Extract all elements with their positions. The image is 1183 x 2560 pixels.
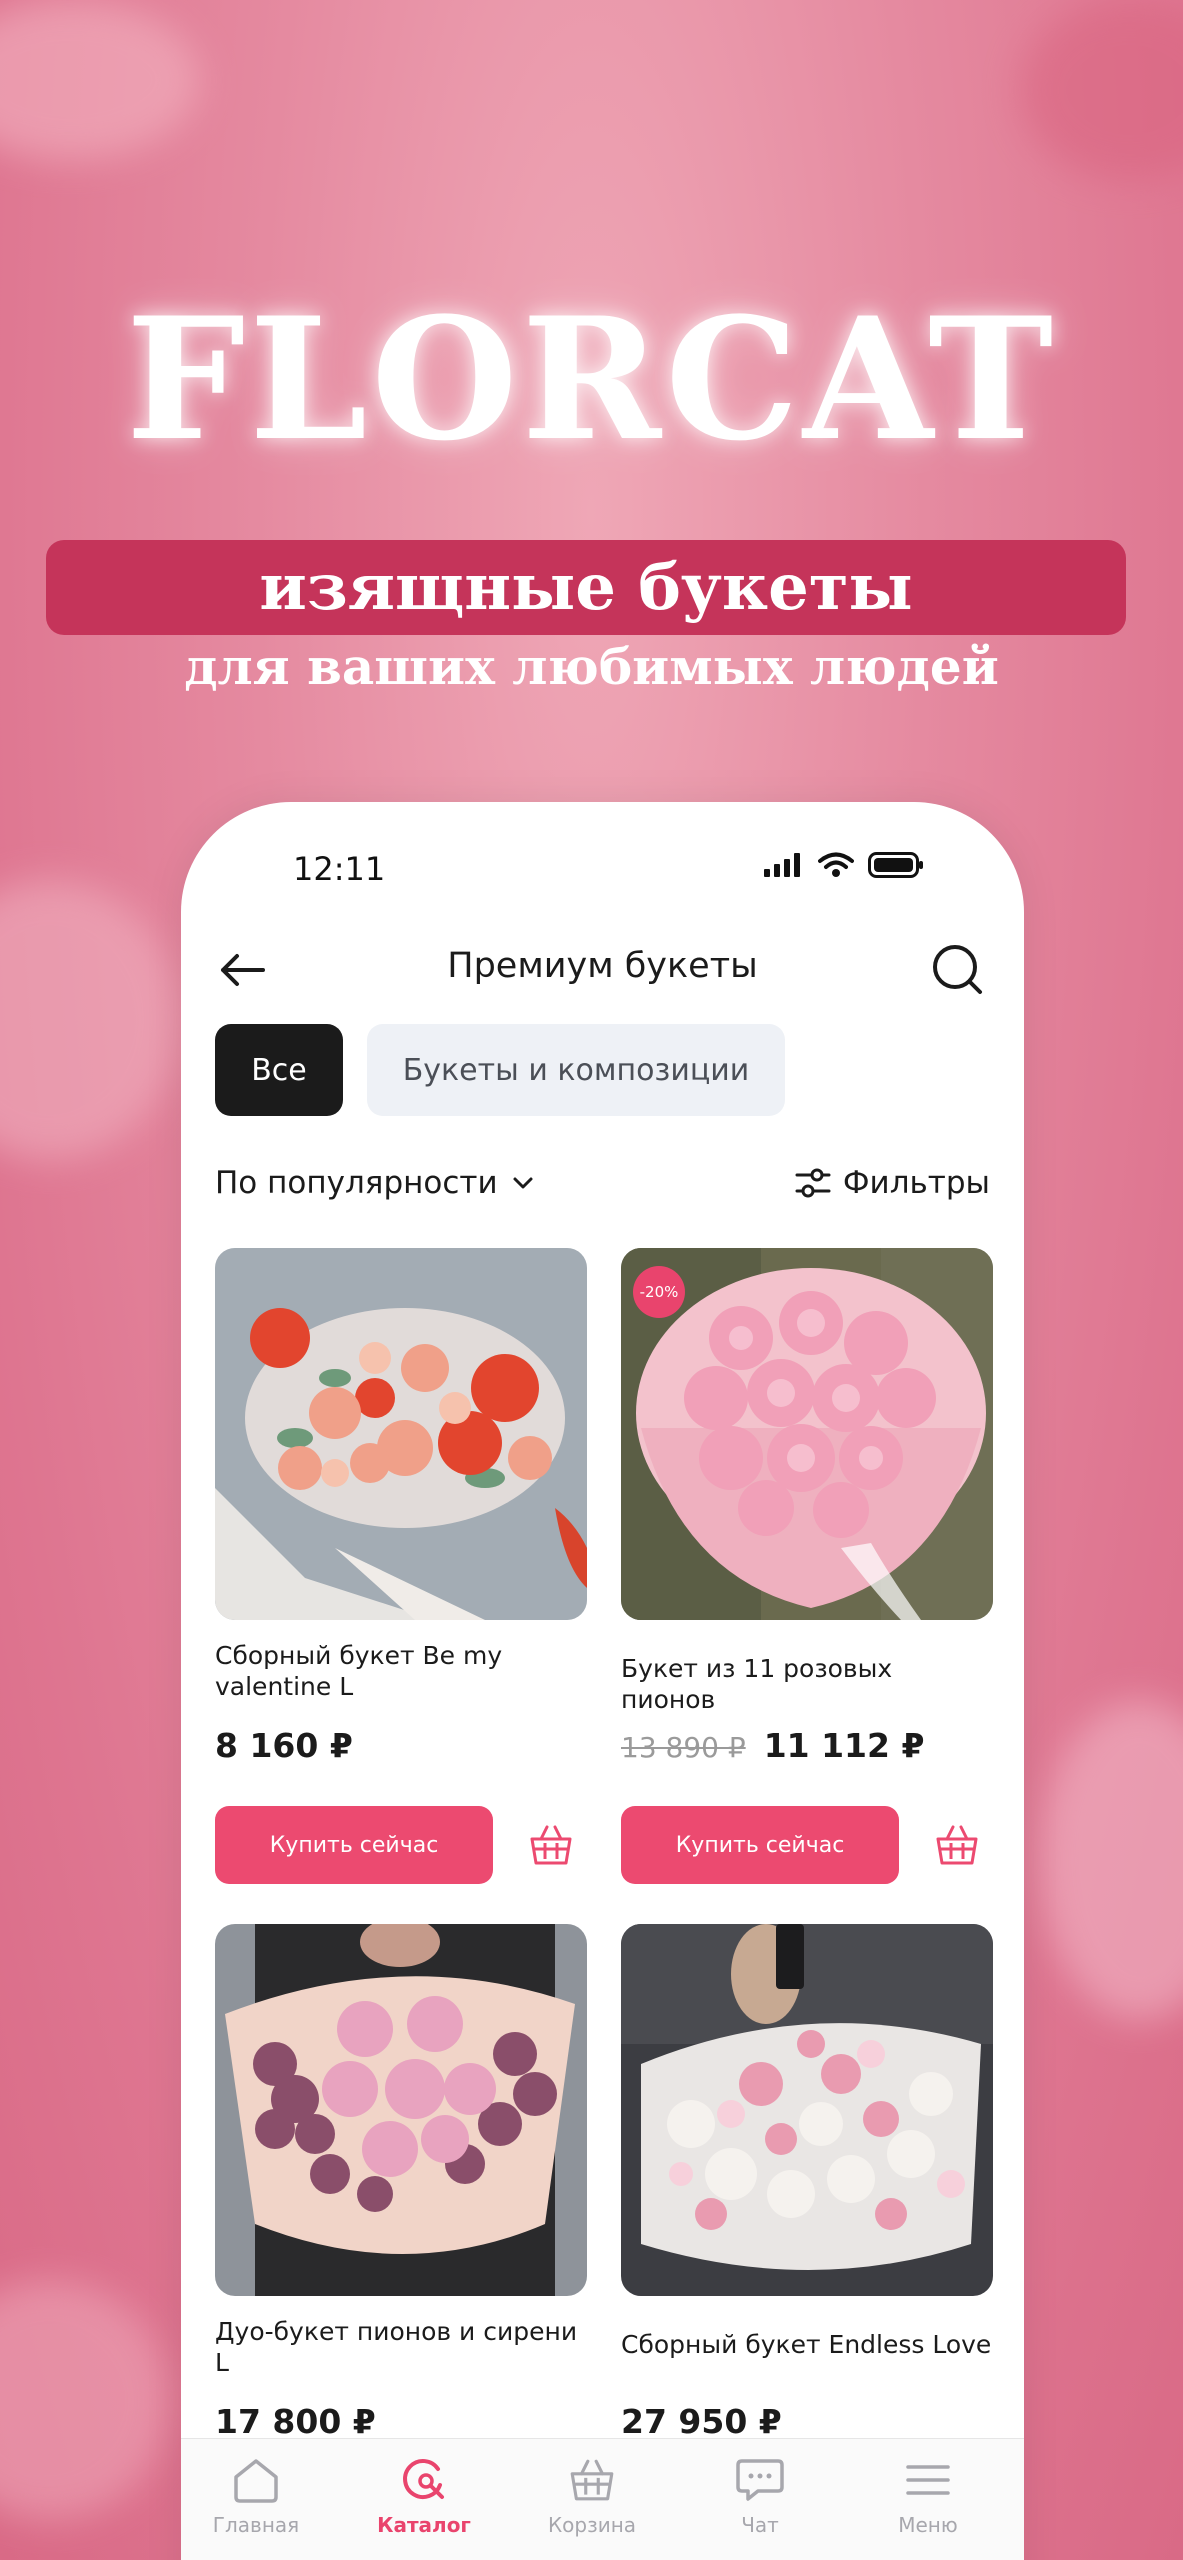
price-row: 8 160 ₽ [215,1726,353,1765]
page-title: Премиум букеты [447,946,758,986]
tab-label: Меню [898,2513,958,2537]
product-name[interactable]: Сборный букет Endless Love [621,2329,993,2360]
chevron-down-icon [513,1177,533,1189]
add-to-cart-button[interactable] [515,1806,587,1884]
product-card[interactable]: Дуо-букет пионов и сирени L 17 800 ₽ [215,1924,587,2441]
price: 11 112 ₽ [763,1726,925,1765]
promo-headline: изящные букеты [259,550,913,625]
chat-icon [736,2459,784,2501]
promo-tagline: для ваших любимых людей [184,637,999,696]
add-to-cart-button[interactable] [921,1806,993,1884]
catalog-search-icon [403,2459,444,2499]
product-name[interactable]: Сборный букет Be my valentine L [215,1640,587,1702]
background-blur [0,2280,170,2520]
tab-home[interactable]: Главная [181,2455,331,2537]
sort-dropdown[interactable]: По популярности [215,1165,534,1201]
background-blur [1020,0,1183,180]
signal-icon [764,853,800,877]
price-row: 13 890 ₽ 11 112 ₽ [621,1726,924,1765]
product-card[interactable]: -20% Букет из 11 розовых пионов 13 890 ₽… [621,1248,993,1884]
sort-filter-bar: По популярности Фильтры [215,1157,990,1217]
filters-label: Фильтры [842,1165,990,1201]
chip-all[interactable]: Все [215,1024,343,1116]
tab-cart[interactable]: Корзина [517,2455,667,2537]
product-card[interactable]: Сборный букет Endless Love 27 950 ₽ [621,1924,993,2441]
price-row: 27 950 ₽ [621,2402,782,2441]
price: 27 950 ₽ [621,2402,782,2441]
phone-screen: 12:11 Премиум букеты Все Букеты и композ… [181,802,1024,2560]
basket-icon [570,2459,614,2501]
price: 17 800 ₽ [215,2402,376,2441]
buy-now-button[interactable]: Купить сейчас [215,1806,493,1884]
app-header: Премиум букеты [181,932,1024,1012]
sliders-icon [795,1168,831,1198]
wifi-icon [818,852,854,877]
old-price: 13 890 ₽ [621,1731,746,1764]
background-blur [0,0,200,160]
tab-menu[interactable]: Меню [853,2455,1003,2537]
background-blur [1040,1700,1183,2020]
bottom-tab-bar: Главная Каталог Корзина Чат Меню [181,2438,1024,2560]
tab-chat[interactable]: Чат [685,2455,835,2537]
promo-headline-ribbon: изящные букеты [46,540,1126,635]
price-row: 17 800 ₽ [215,2402,376,2441]
tab-label: Каталог [377,2513,471,2537]
basket-icon [530,1825,572,1865]
background-blur [0,880,180,1160]
filters-button[interactable]: Фильтры [793,1163,990,1203]
home-icon [234,2459,278,2503]
buy-now-button[interactable]: Купить сейчас [621,1806,899,1884]
product-name[interactable]: Дуо-букет пионов и сирени L [215,2316,587,2378]
product-name[interactable]: Букет из 11 розовых пионов [621,1653,993,1715]
menu-icon [906,2465,950,2495]
price: 8 160 ₽ [215,1726,353,1765]
tab-label: Главная [212,2513,300,2537]
sort-label: По популярности [215,1165,498,1201]
product-image[interactable] [215,1924,587,2296]
status-icons [764,852,924,878]
bouquet-photo [215,1248,587,1620]
chip-bouquets-compositions[interactable]: Букеты и композиции [367,1024,785,1116]
status-time: 12:11 [293,850,386,888]
bouquet-photo [621,1924,993,2296]
product-image[interactable] [621,1924,993,2296]
search-icon[interactable] [930,942,986,998]
product-card[interactable]: Сборный букет Be my valentine L 8 160 ₽ … [215,1248,587,1884]
tab-label: Корзина [547,2513,637,2537]
tab-catalog[interactable]: Каталог [349,2455,499,2537]
bouquet-photo [215,1924,587,2296]
discount-badge: -20% [633,1266,685,1318]
basket-icon [936,1825,978,1865]
product-image[interactable]: -20% [621,1248,993,1620]
tab-label: Чат [741,2513,779,2537]
brand-logo-text: FLORCAT [125,280,1058,478]
battery-icon [868,852,923,878]
promo-screen: FLORCAT изящные букеты для ваших любимых… [0,0,1183,2560]
product-image[interactable] [215,1248,587,1620]
